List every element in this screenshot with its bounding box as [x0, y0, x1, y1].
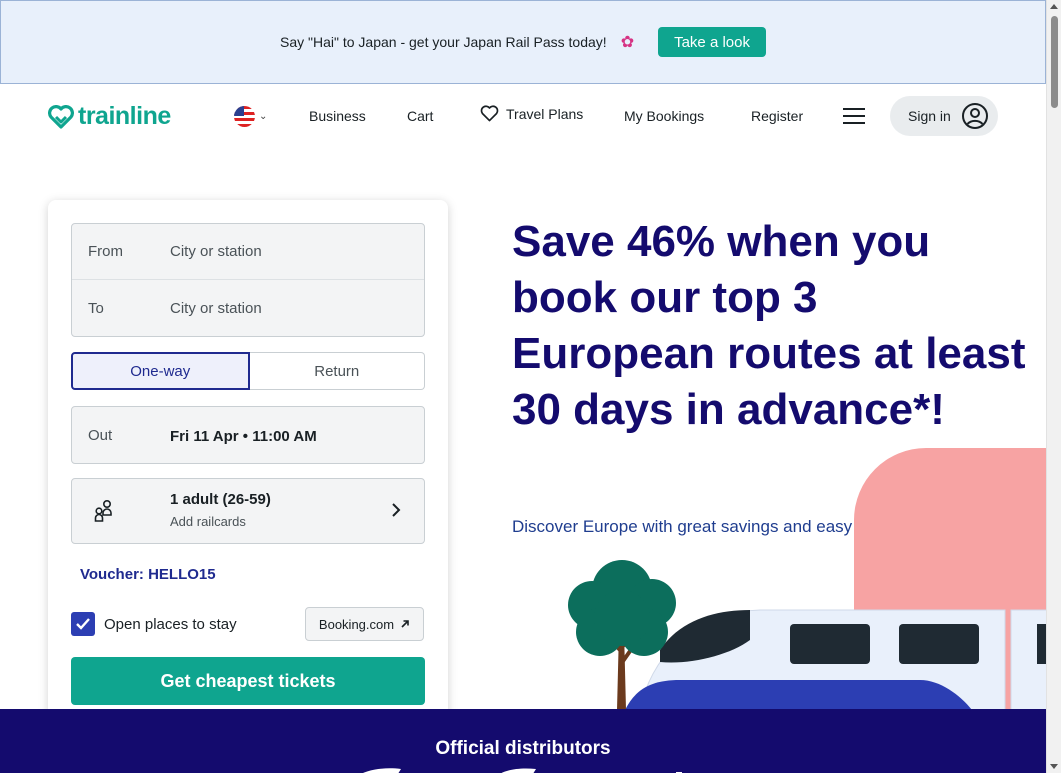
nav-my-bookings[interactable]: My Bookings: [624, 108, 704, 124]
checkmark-icon: [76, 618, 90, 630]
us-flag-icon: [234, 106, 255, 127]
sign-in-button[interactable]: Sign in: [890, 96, 998, 136]
nav-register[interactable]: Register: [751, 108, 803, 124]
booking-com-label: Booking.com: [318, 616, 395, 632]
sign-in-label: Sign in: [908, 108, 951, 124]
voucher-code[interactable]: Voucher: HELLO15: [80, 566, 216, 583]
return-button[interactable]: Return: [249, 352, 425, 390]
site-header: trainline ⌄ Business Cart Travel Plans M…: [0, 84, 1046, 148]
scrollbar-thumb[interactable]: [1051, 16, 1058, 108]
train-illustration: [540, 440, 1046, 710]
out-value: Fri 11 Apr • 11:00 AM: [170, 428, 317, 445]
get-cheapest-tickets-button[interactable]: Get cheapest tickets: [71, 657, 425, 705]
stations-group: From City or station To City or station: [71, 223, 425, 337]
passengers-summary: 1 adult (26-59): [170, 491, 271, 508]
from-label: From: [88, 243, 123, 260]
trip-type-toggle: One-way Return: [71, 352, 425, 390]
to-input[interactable]: City or station: [170, 300, 262, 317]
nav-travel-plans-label: Travel Plans: [506, 105, 584, 122]
to-label: To: [88, 299, 104, 317]
add-railcards-text: Add railcards: [170, 514, 246, 529]
from-input[interactable]: City or station: [170, 243, 262, 260]
take-a-look-button[interactable]: Take a look: [658, 27, 766, 57]
passengers-field[interactable]: 1 adult (26-59) Add railcards: [71, 478, 425, 544]
train-tree-illustration: [568, 448, 1046, 710]
from-field[interactable]: From City or station: [72, 224, 424, 280]
one-way-button[interactable]: One-way: [71, 352, 250, 390]
banner-text: Say "Hai" to Japan - get your Japan Rail…: [280, 34, 607, 50]
heart-logo-icon: [48, 104, 74, 129]
vertical-scrollbar[interactable]: [1046, 0, 1061, 773]
chevron-right-icon: [392, 503, 401, 517]
to-field[interactable]: To City or station: [72, 280, 424, 336]
language-selector[interactable]: ⌄: [234, 106, 267, 127]
menu-icon[interactable]: [843, 108, 865, 124]
chevron-down-icon: ⌄: [259, 111, 268, 122]
nav-cart[interactable]: Cart: [407, 108, 433, 124]
logo-text: trainline: [78, 102, 171, 130]
user-icon: [961, 103, 988, 129]
promo-banner: Say "Hai" to Japan - get your Japan Rail…: [0, 0, 1046, 84]
official-distributors-section: Official distributors: [0, 709, 1046, 773]
open-places-to-stay-checkbox[interactable]: [71, 612, 95, 636]
scroll-up-arrow-icon[interactable]: [1050, 4, 1058, 9]
open-places-to-stay-label: Open places to stay: [104, 616, 237, 633]
distributor-logos: [363, 768, 682, 773]
passengers-icon: [94, 499, 112, 522]
journey-search-card: From City or station To City or station …: [48, 200, 448, 728]
official-distributors-title: Official distributors: [435, 738, 611, 759]
out-label: Out: [88, 427, 113, 444]
heart-icon: [480, 105, 499, 122]
cherry-blossom-icon: ✿: [620, 34, 635, 51]
trainline-logo[interactable]: trainline: [48, 102, 171, 131]
external-link-icon: [401, 620, 409, 628]
booking-com-link[interactable]: Booking.com: [305, 607, 424, 641]
nav-travel-plans[interactable]: Travel Plans: [480, 105, 583, 122]
hero-title: Save 46% when you book our top 3 Europea…: [512, 217, 1026, 434]
outbound-date-field[interactable]: Out Fri 11 Apr • 11:00 AM: [71, 406, 425, 464]
scroll-down-arrow-icon[interactable]: [1050, 764, 1058, 769]
nav-business[interactable]: Business: [309, 108, 366, 124]
